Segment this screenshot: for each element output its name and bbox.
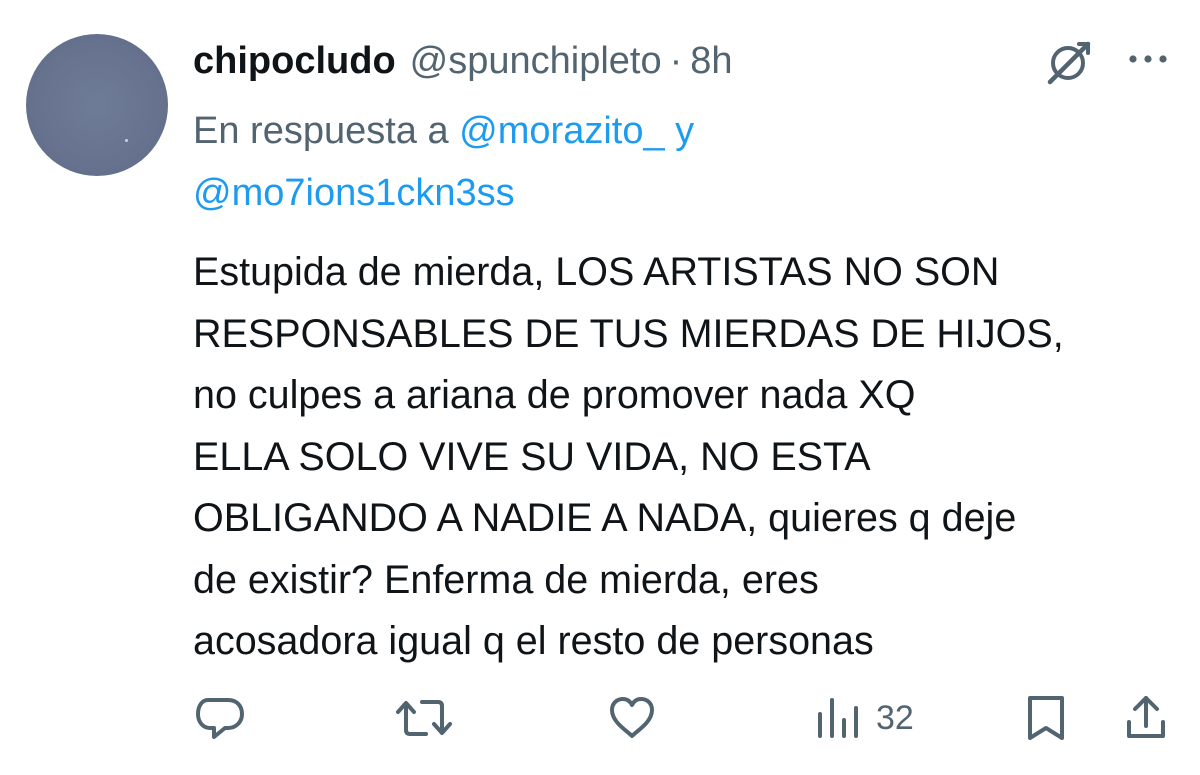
grok-icon[interactable] [1040, 38, 1096, 88]
reply-context: En respuesta a @morazito_ y @mo7ions1ckn… [193, 100, 1153, 224]
share-button[interactable] [1122, 690, 1170, 746]
views-bar-chart-icon [818, 698, 858, 738]
header-separator: · [669, 39, 683, 82]
like-button[interactable] [604, 690, 660, 746]
display-name[interactable]: chipocludo [193, 40, 396, 83]
tweet-header: chipocludo @spunchipleto · 8h [193, 34, 733, 88]
tweet-text-line: OBLIGANDO A NADIE A NADA, quieres q deje [193, 496, 1017, 540]
reply-bubble-icon [196, 698, 244, 739]
share-upload-icon [1127, 696, 1165, 738]
tweet-text: Estupida de mierda, LOS ARTISTAS NO SON … [193, 242, 1183, 673]
tweet-text-line: no culpes a ariana de promover nada XQ [193, 373, 916, 417]
tweet-text-line: acosadora igual q el resto de personas [193, 619, 874, 663]
tweet[interactable]: chipocludo @spunchipleto · 8h En respues… [0, 0, 1200, 775]
tweet-text-line: RESPONSABLES DE TUS MIERDAS DE HIJOS, [193, 311, 1064, 356]
reply-conjunction: y [675, 110, 695, 152]
reply-prefix: En respuesta a [193, 110, 449, 152]
more-dots-icon[interactable] [1124, 40, 1172, 80]
reply-mention-mo7ions1ckn3ss[interactable]: @mo7ions1ckn3ss [193, 172, 515, 214]
action-bar: 32 [0, 690, 1200, 746]
tweet-text-line: de existir? Enferma de mierda, eres [193, 557, 819, 602]
avatar-speck [125, 139, 128, 142]
avatar[interactable] [26, 34, 168, 176]
heart-icon [610, 697, 654, 738]
bookmark-icon [1028, 696, 1064, 740]
bookmark-button[interactable] [1022, 690, 1070, 746]
user-handle[interactable]: @spunchipleto [410, 40, 662, 83]
tweet-timestamp[interactable]: 8h [690, 40, 732, 83]
tweet-text-line: Estupida de mierda, LOS ARTISTAS NO SON [193, 250, 1000, 294]
reply-button[interactable] [192, 690, 248, 746]
tweet-text-line: ELLA SOLO VIVE SU VIDA, NO ESTA [193, 434, 871, 479]
reply-mention-morazito[interactable]: @morazito_ [459, 110, 664, 152]
repost-button[interactable] [392, 690, 456, 746]
repost-icon [396, 700, 452, 736]
views-button[interactable]: 32 [812, 690, 914, 746]
views-count: 32 [876, 698, 914, 737]
